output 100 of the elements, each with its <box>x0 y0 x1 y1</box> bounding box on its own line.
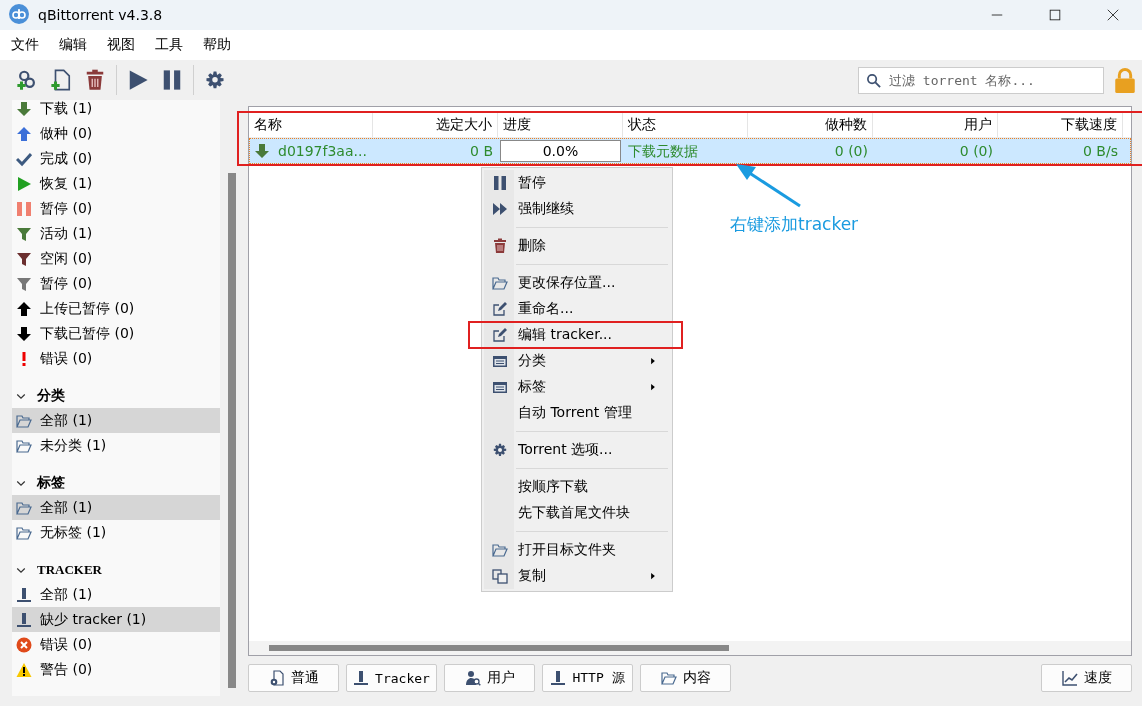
folder-icon <box>16 524 32 541</box>
play-icon <box>16 175 32 192</box>
list-window-icon <box>492 353 508 369</box>
section-heading: TRACKER <box>37 561 102 578</box>
pause-icon <box>16 200 32 217</box>
window-title: qBittorrent v4.3.8 <box>38 7 163 23</box>
folder-icon <box>492 275 508 291</box>
sidebar-item[interactable]: 做种 (0) <box>12 121 220 146</box>
sidebar-item[interactable]: 下载已暂停 (0) <box>12 321 220 346</box>
sidebar-item[interactable]: 空闲 (0) <box>12 246 220 271</box>
sidebar-item[interactable]: 错误 (0) <box>12 632 220 657</box>
check-icon <box>16 150 32 167</box>
menu-item[interactable]: Torrent 选项... <box>482 437 672 463</box>
user-search-icon <box>464 670 481 686</box>
sidebar-item[interactable]: 无标签 (1) <box>12 520 220 545</box>
speed-button[interactable]: 速度 <box>1041 664 1132 692</box>
settings-icon[interactable] <box>204 69 226 91</box>
scrollbar-thumb[interactable] <box>269 645 729 651</box>
menu-item[interactable]: 文件 <box>1 36 49 54</box>
tab-button[interactable]: Tracker <box>346 664 437 692</box>
tab-button[interactable]: HTTP 源 <box>542 664 633 692</box>
sidebar-item[interactable]: 下载 (1) <box>12 100 220 121</box>
menu-item[interactable]: 先下载首尾文件块 <box>482 500 672 526</box>
line-chart-icon <box>1061 670 1078 686</box>
sidebar-item[interactable]: 全部 (1) <box>12 408 220 433</box>
sidebar-item[interactable]: 暂停 (0) <box>12 271 220 296</box>
menu-item[interactable]: 更改保存位置... <box>482 270 672 296</box>
menu-item[interactable]: 视图 <box>97 36 145 54</box>
pause-icon[interactable] <box>161 69 183 91</box>
filter-icon <box>16 225 32 242</box>
menu-item[interactable]: 编辑 tracker... <box>482 322 672 348</box>
tab-button[interactable]: 普通 <box>248 664 339 692</box>
progress-bar: 0.0% <box>500 140 621 162</box>
tab-button[interactable]: 内容 <box>640 664 731 692</box>
menu-item[interactable]: 自动 Torrent 管理 <box>482 400 672 426</box>
tracker-icon <box>16 586 32 603</box>
copy-icon <box>492 568 508 584</box>
edit-icon <box>492 301 508 317</box>
edit-icon <box>492 327 508 343</box>
scrollbar-thumb[interactable] <box>228 173 236 688</box>
sidebar-item[interactable]: 上传已暂停 (0) <box>12 296 220 321</box>
add-link-icon[interactable] <box>16 69 38 91</box>
sidebar-item[interactable]: 活动 (1) <box>12 221 220 246</box>
pause-icon <box>492 175 508 191</box>
table-row[interactable]: d0197f3aa... 0 B 0.0% 下载元数据 0 (0) 0 (0) 0 B/s <box>249 138 1131 164</box>
list-window-icon <box>492 379 508 395</box>
tracker-icon <box>353 670 370 686</box>
file-gear-icon <box>268 670 285 686</box>
sidebar-item[interactable]: 未分类 (1) <box>12 433 220 458</box>
settings-icon <box>492 442 508 458</box>
menu-item[interactable]: 标签 <box>482 374 672 400</box>
annotation-note: 右键添加tracker <box>730 213 859 236</box>
menu-item[interactable]: 帮助 <box>193 36 241 54</box>
sidebar-item[interactable]: 完成 (0) <box>12 146 220 171</box>
menu-item[interactable]: 工具 <box>145 36 193 54</box>
menu-item[interactable]: 暂停 <box>482 170 672 196</box>
sidebar-item[interactable]: 恢复 (1) <box>12 171 220 196</box>
add-file-icon[interactable] <box>50 69 72 91</box>
section-heading: 分类 <box>37 386 65 405</box>
table-cell-text: 0 B <box>469 142 494 161</box>
folder-icon <box>660 670 677 686</box>
tab-button[interactable]: 用户 <box>444 664 535 692</box>
down-arrow-icon <box>254 143 270 159</box>
sidebar-item[interactable]: 全部 (1) <box>12 495 220 520</box>
menu-item[interactable]: 按顺序下载 <box>482 474 672 500</box>
play-icon[interactable] <box>127 69 149 91</box>
fast-forward-icon <box>492 201 508 217</box>
menu-item[interactable]: 复制 <box>482 563 672 589</box>
search-icon <box>866 72 881 88</box>
table-cell-text: 0 B/s <box>1082 142 1119 161</box>
menu-item[interactable]: 分类 <box>482 348 672 374</box>
search-field[interactable]: 过滤 torrent 名称... <box>858 66 1104 94</box>
warning-icon <box>16 661 32 678</box>
sidebar-item[interactable]: 全部 (1) <box>12 582 220 607</box>
app-logo-icon <box>9 3 29 27</box>
error-icon <box>16 636 32 653</box>
folder-icon <box>16 412 32 429</box>
table-cell-text: 0 (0) <box>958 142 994 161</box>
sidebar-item[interactable]: 缺少 tracker (1) <box>12 607 220 632</box>
folder-icon <box>16 499 32 516</box>
menu-item[interactable]: 强制继续 <box>482 196 672 222</box>
down-arrow-icon <box>16 325 32 342</box>
tracker-icon <box>16 611 32 628</box>
folder-icon <box>16 437 32 454</box>
filter-icon <box>16 275 32 292</box>
table-cell-text: 0 (0) <box>833 142 869 161</box>
sidebar-item[interactable]: 错误 (0) <box>12 346 220 371</box>
annotation-arrow <box>736 164 801 208</box>
trash-icon <box>492 238 508 254</box>
menu-item[interactable]: 删除 <box>482 233 672 259</box>
up-arrow-icon <box>16 300 32 317</box>
menu-item[interactable]: 重命名... <box>482 296 672 322</box>
tracker-icon <box>550 670 567 686</box>
filter-icon <box>16 250 32 267</box>
trash-icon[interactable] <box>84 69 106 91</box>
folder-icon <box>492 542 508 558</box>
sidebar-item[interactable]: 暂停 (0) <box>12 196 220 221</box>
menu-item[interactable]: 编辑 <box>49 36 97 54</box>
sidebar-item[interactable]: 警告 (0) <box>12 657 220 682</box>
menu-item[interactable]: 打开目标文件夹 <box>482 537 672 563</box>
